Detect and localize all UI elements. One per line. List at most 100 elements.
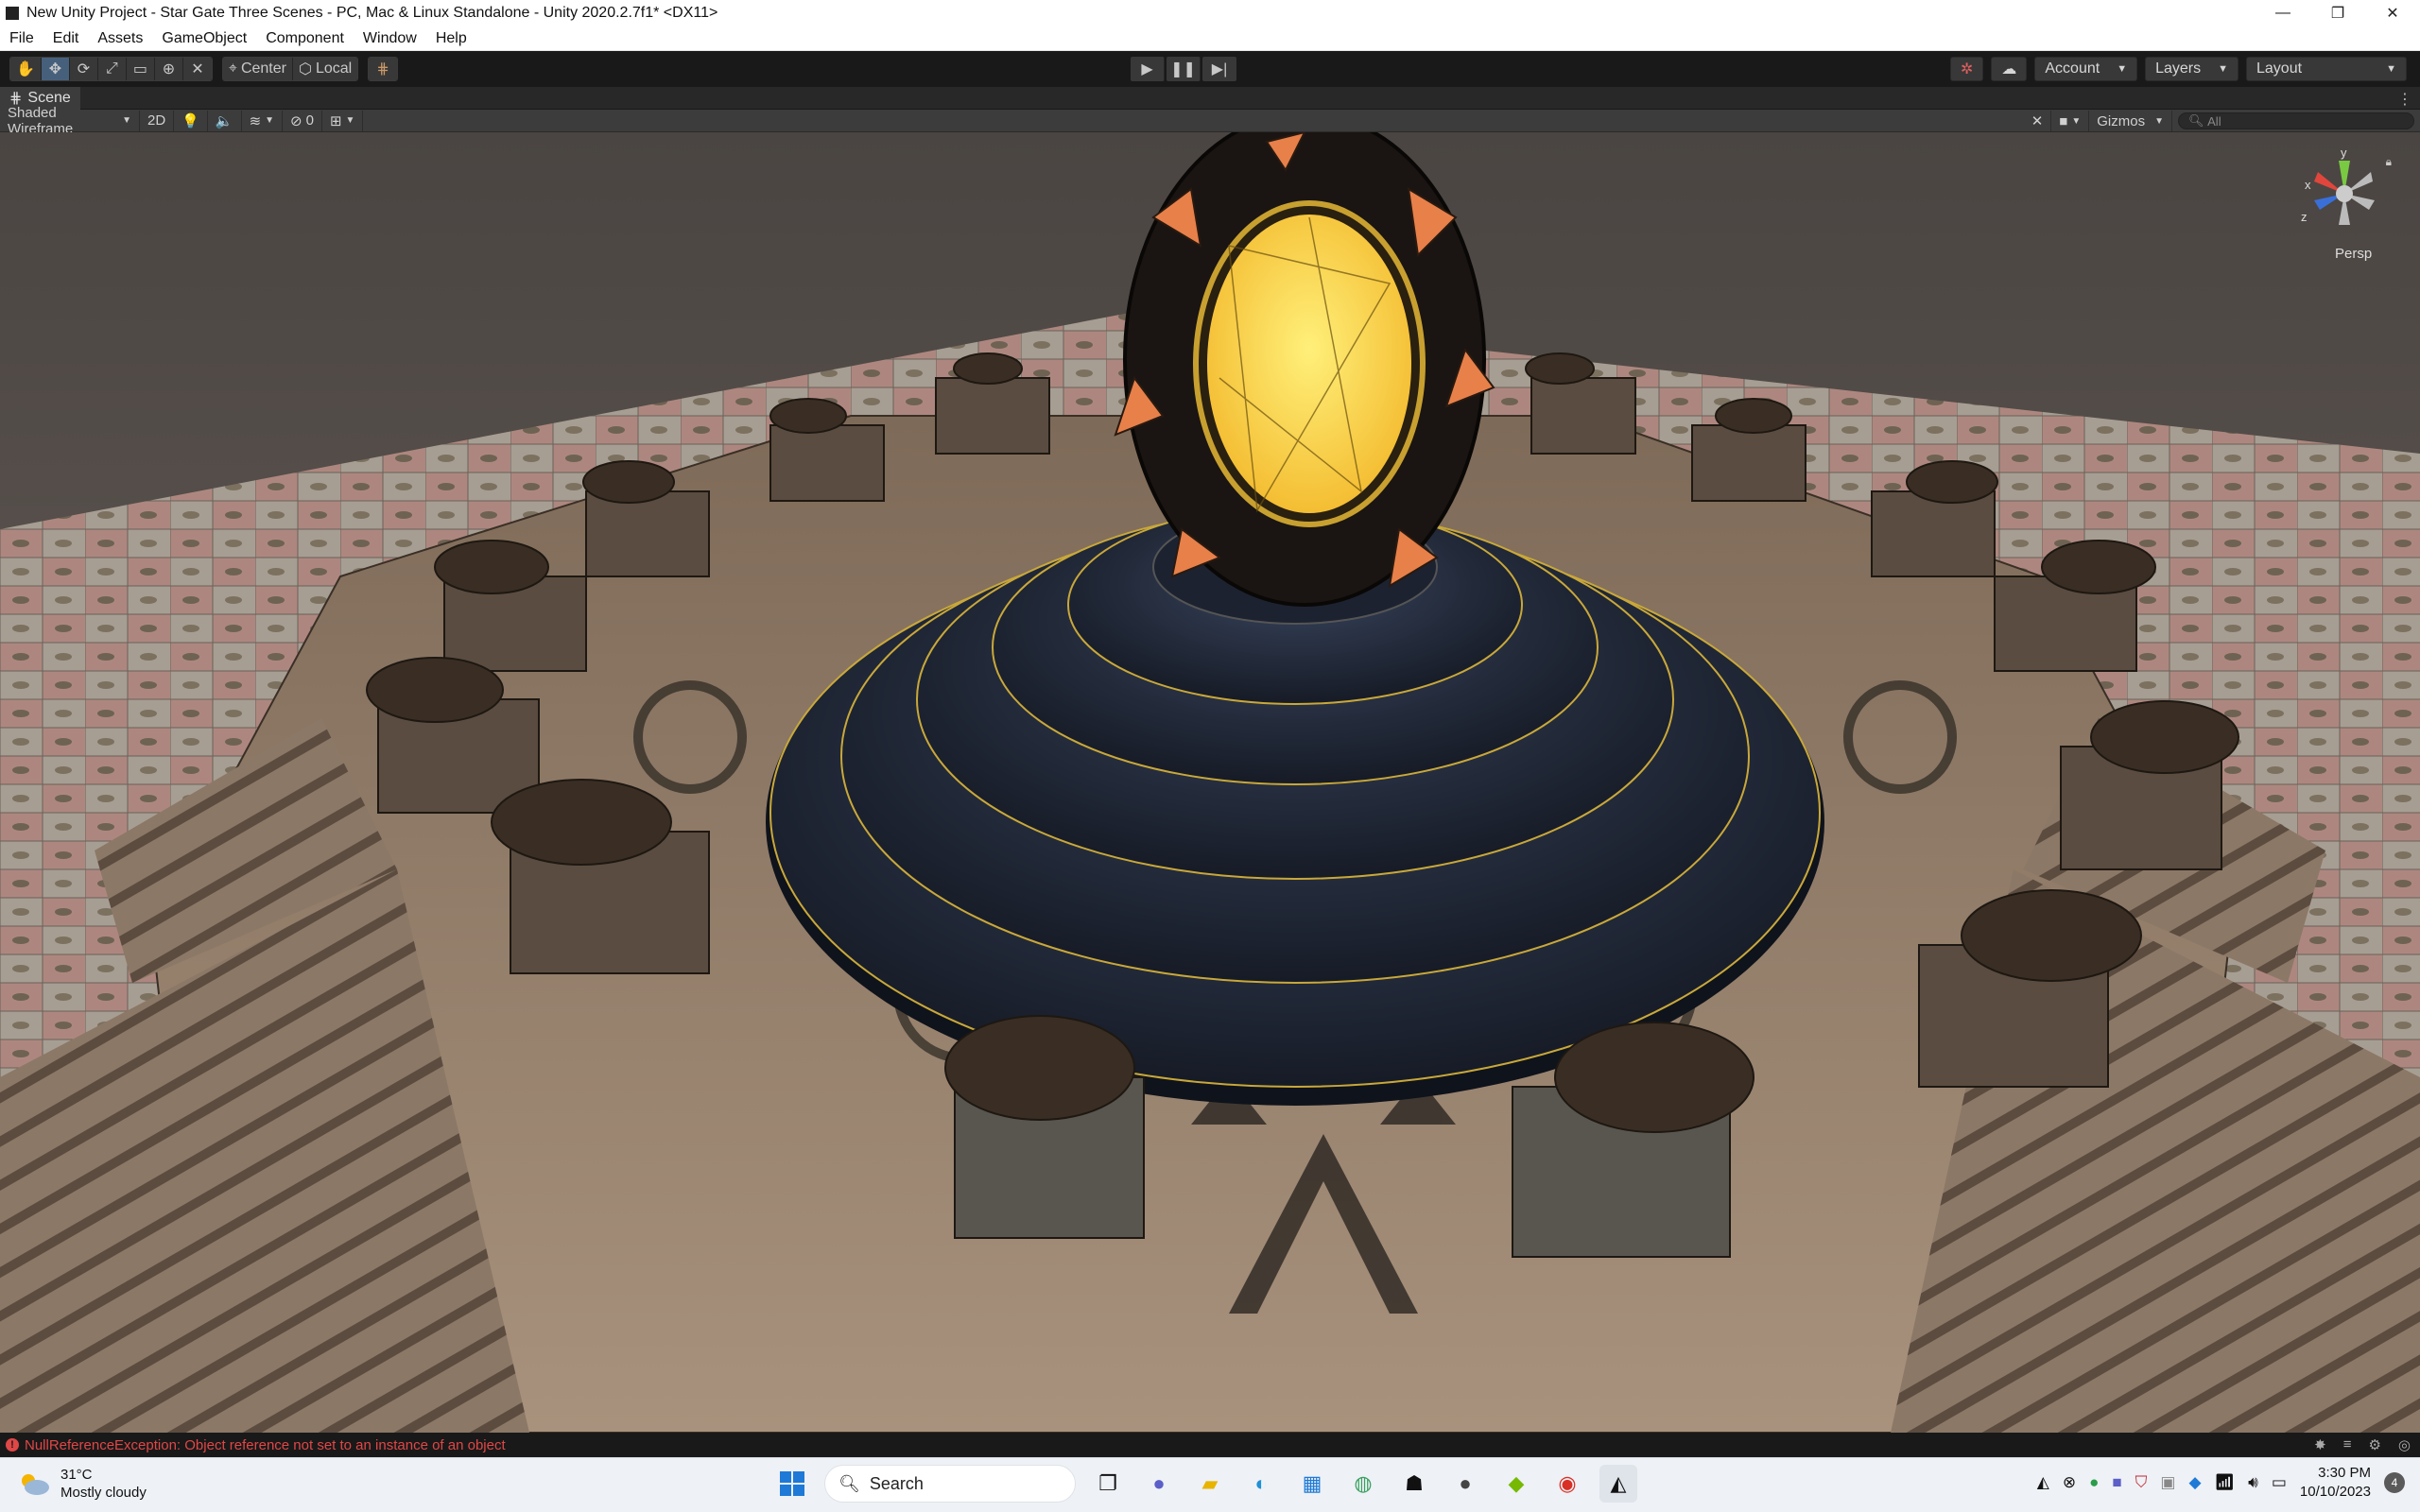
move-tool-icon[interactable]: ✥ <box>41 58 70 80</box>
menu-assets[interactable]: Assets <box>88 30 152 47</box>
camera-icon: ■ <box>2059 112 2068 129</box>
account-dropdown[interactable]: Account ▼ <box>2034 57 2138 81</box>
gizmo-x-label: x <box>2305 178 2311 192</box>
hand-tool-icon[interactable]: ✋ <box>10 58 42 80</box>
search-icon: 🔍︎ <box>838 1473 860 1493</box>
notification-badge[interactable]: 4 <box>2384 1472 2405 1493</box>
xbox-tray-icon[interactable]: ⊗ <box>2063 1473 2076 1492</box>
green-tray-icon[interactable]: ● <box>2089 1473 2099 1492</box>
chrome-icon[interactable]: ◉ <box>1548 1465 1586 1503</box>
custom-tool-icon[interactable]: ✕ <box>182 58 212 80</box>
volume-icon[interactable]: 🔊︎ <box>2248 1473 2258 1492</box>
scene-view-toolbar: Shaded Wireframe ▼ 2D 💡 🔈 ≋ ▼ ⊘ 0 ⊞ ▼ ✕ ■ ▼ G… <box>0 105 2420 137</box>
battery-icon[interactable]: ▭ <box>2272 1473 2287 1492</box>
collab-button[interactable]: ✲ <box>1949 57 1984 81</box>
hidden-objects-toggle[interactable]: ⊘ 0 <box>283 110 322 131</box>
effects-dropdown[interactable]: ≋ ▼ <box>242 110 284 131</box>
tools-icon[interactable]: ✕ <box>2024 111 2052 131</box>
chevron-down-icon: ▼ <box>345 115 355 126</box>
camera-dropdown[interactable]: ■ ▼ <box>2051 111 2090 131</box>
debug-mode-icon[interactable]: ⚙ <box>2368 1436 2380 1453</box>
error-icon: ! <box>6 1438 19 1452</box>
step-button[interactable]: ▶| <box>1202 57 1236 81</box>
weather-widget[interactable]: 31°C Mostly cloudy <box>17 1466 147 1502</box>
transform-tool-icon[interactable]: ⊕ <box>154 58 183 80</box>
progress-icon[interactable]: ✸ <box>2314 1436 2326 1453</box>
store-icon[interactable]: ▦ <box>1293 1465 1331 1503</box>
projection-label[interactable]: Persp <box>2335 246 2372 262</box>
chat-icon[interactable]: ● <box>1140 1465 1178 1503</box>
layout-label: Layout <box>2256 60 2303 77</box>
scene-viewport[interactable]: y x z 🔒︎ Persp <box>0 132 2420 1433</box>
taskbar-clock[interactable]: 3:30 PM 10/10/2023 <box>2300 1464 2371 1502</box>
menu-file[interactable]: File <box>0 30 43 47</box>
alien-app-icon[interactable]: ☗ <box>1395 1465 1433 1503</box>
right-toolbar: ✲ ☁ Account ▼ Layers ▼ Layout ▼ <box>1949 57 2407 81</box>
menu-window[interactable]: Window <box>354 30 426 47</box>
clock-time: 3:30 PM <box>2318 1465 2371 1481</box>
maximize-button[interactable]: ❐ <box>2310 0 2365 26</box>
grid-dropdown[interactable]: ⊞ ▼ <box>322 110 364 131</box>
windows-taskbar: 31°C Mostly cloudy 🔍︎ Search ❐ ● ▰ ◐ ▦ ◍… <box>0 1457 2420 1512</box>
task-view-icon[interactable]: ❐ <box>1089 1465 1127 1503</box>
search-icon: 🔍︎ <box>2188 113 2204 128</box>
menu-gameobject[interactable]: GameObject <box>152 30 256 47</box>
menu-help[interactable]: Help <box>426 30 476 47</box>
kebab-menu-icon[interactable]: ⋮ <box>2397 90 2412 109</box>
wifi-icon[interactable]: 📶︎ <box>2215 1473 2236 1492</box>
security-tray-icon[interactable]: ⛉ <box>2135 1473 2148 1492</box>
menu-edit[interactable]: Edit <box>43 30 89 47</box>
toggle-2d-button[interactable]: 2D <box>140 110 175 131</box>
scale-tool-icon[interactable]: ⤢ <box>97 58 127 80</box>
scene-search-input[interactable]: 🔍︎ All <box>2178 112 2414 129</box>
close-button[interactable]: ✕ <box>2365 0 2420 26</box>
layout-dropdown[interactable]: Layout ▼ <box>2246 57 2407 81</box>
grid-snap-icon[interactable]: ⋕ <box>369 58 398 80</box>
collab-icon: ✲ <box>1960 61 1974 77</box>
play-button[interactable]: ▶ <box>1131 57 1165 81</box>
windows-start-icon[interactable] <box>773 1465 811 1503</box>
taskbar-search-label: Search <box>869 1473 924 1493</box>
unity-logo-icon <box>6 7 19 20</box>
account-label: Account <box>2045 60 2100 77</box>
rect-tool-icon[interactable]: ▭ <box>126 58 155 80</box>
pivot-center-icon: ⌖ <box>228 60 237 77</box>
lighting-toggle[interactable]: 💡 <box>174 110 208 131</box>
nvidia-icon[interactable]: ◆ <box>1497 1465 1535 1503</box>
layers-dropdown[interactable]: Layers ▼ <box>2145 57 2238 81</box>
chevron-down-icon: ▼ <box>2386 63 2396 75</box>
dropbox-tray-icon[interactable]: ◆ <box>2188 1473 2201 1492</box>
app-tray-icon[interactable]: ▣ <box>2160 1473 2175 1492</box>
collab-status-icon[interactable]: ◎ <box>2398 1436 2411 1453</box>
pivot-local-button[interactable]: ⬡ Local <box>292 58 358 80</box>
teams-tray-icon[interactable]: ■ <box>2112 1473 2121 1492</box>
console-status-bar[interactable]: ! NullReferenceException: Object referen… <box>0 1433 2420 1457</box>
pivot-toggles: ⌖ Center ⬡ Local <box>221 57 359 81</box>
cache-server-icon[interactable]: ≡ <box>2343 1436 2352 1453</box>
window-title: New Unity Project - Star Gate Three Scen… <box>26 5 718 21</box>
pivot-local-label: Local <box>315 60 353 77</box>
taskbar-search-input[interactable]: 🔍︎ Search <box>824 1465 1076 1503</box>
dark-app-icon[interactable]: ● <box>1446 1465 1484 1503</box>
unity-taskbar-icon[interactable]: ◭ <box>1599 1465 1637 1503</box>
pause-button[interactable]: ❚❚ <box>1167 57 1201 81</box>
lock-icon[interactable]: 🔒︎ <box>2386 155 2392 169</box>
audio-toggle[interactable]: 🔈 <box>208 110 242 131</box>
scene-tab-bar: ⋕ Scene ⋮ <box>0 86 2420 110</box>
chevron-down-icon: ▼ <box>122 115 131 126</box>
draw-mode-dropdown[interactable]: Shaded Wireframe ▼ <box>0 105 140 137</box>
gizmo-z-label: z <box>2301 210 2308 224</box>
cloud-button[interactable]: ☁ <box>1991 57 2028 81</box>
globe-app-icon[interactable]: ◍ <box>1344 1465 1382 1503</box>
unity-hub-tray-icon[interactable]: ◭ <box>2037 1473 2049 1492</box>
pivot-center-button[interactable]: ⌖ Center <box>222 58 293 80</box>
file-explorer-icon[interactable]: ▰ <box>1191 1465 1229 1503</box>
orientation-gizmo[interactable]: y x z 🔒︎ Persp <box>2297 142 2392 265</box>
edge-browser-icon[interactable]: ◐ <box>1242 1465 1280 1503</box>
gizmos-dropdown[interactable]: Gizmos ▼ <box>2089 111 2172 131</box>
menu-component[interactable]: Component <box>256 30 354 47</box>
minimize-button[interactable]: — <box>2256 0 2310 26</box>
rotate-tool-icon[interactable]: ⟳ <box>69 58 98 80</box>
system-tray: ◭ ⊗ ● ■ ⛉ ▣ ◆ 📶︎ 🔊︎ ▭ 3:30 PM 10/10/2023… <box>2037 1464 2405 1502</box>
lightbulb-icon: 💡 <box>182 112 199 129</box>
